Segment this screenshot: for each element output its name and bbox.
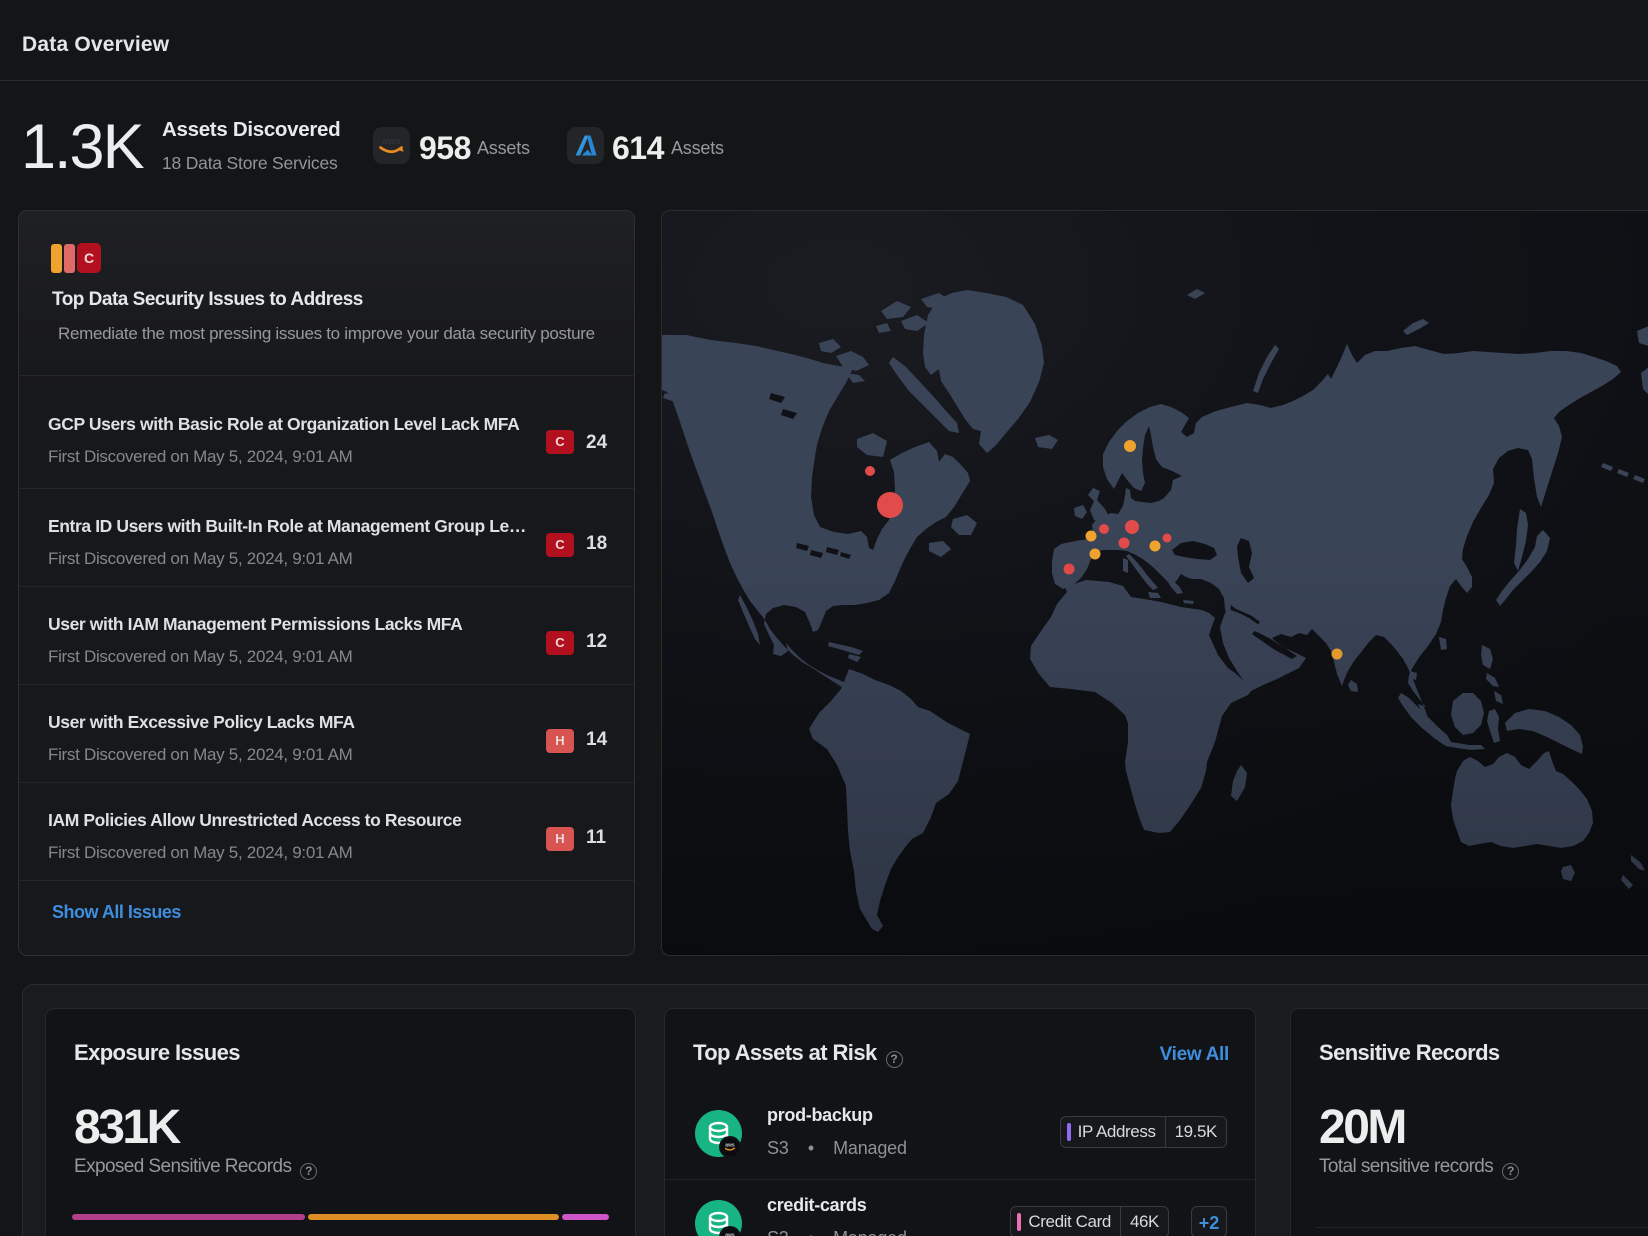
- svg-text:aws: aws: [725, 1143, 735, 1149]
- svg-text:aws: aws: [383, 136, 401, 147]
- svg-text:aws: aws: [725, 1233, 735, 1236]
